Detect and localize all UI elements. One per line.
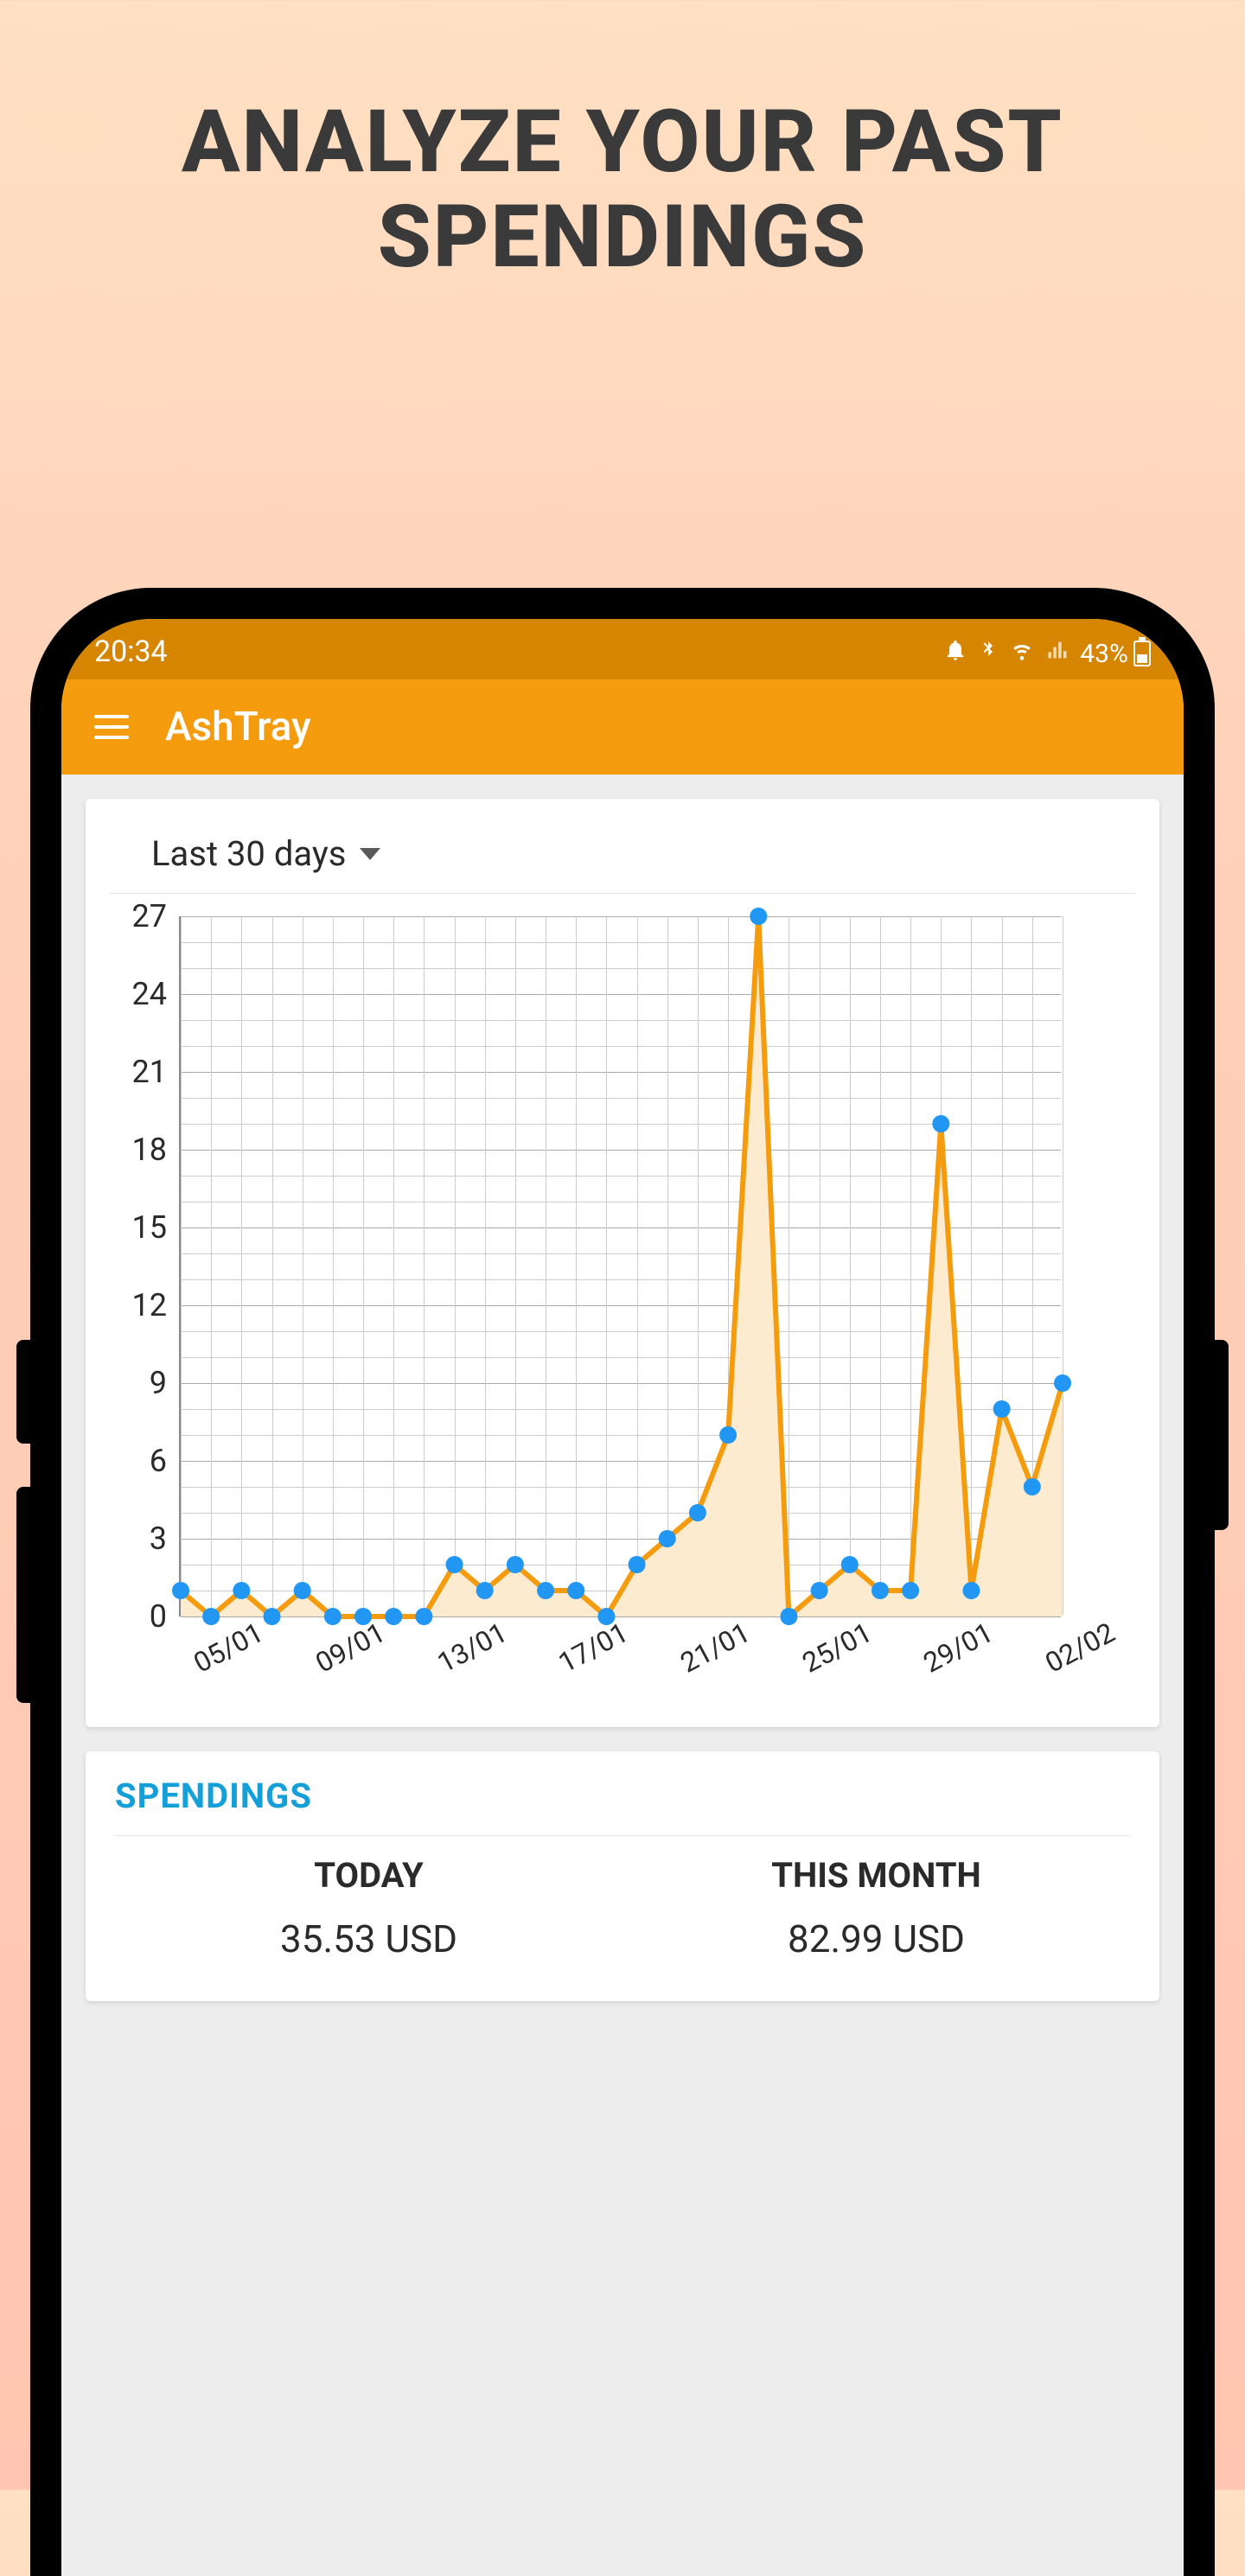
- content-area: Last 30 days 036912151821242705/0109/011…: [61, 775, 1184, 2025]
- y-axis-tick: 9: [150, 1365, 181, 1401]
- chevron-down-icon: [360, 848, 380, 860]
- spendings-month-value: 82.99 USD: [622, 1916, 1130, 1961]
- spendings-today-label: TODAY: [115, 1855, 622, 1896]
- battery-icon: [1133, 641, 1151, 666]
- y-axis-tick: 0: [150, 1598, 181, 1635]
- phone-frame: 20:34 43%: [30, 588, 1215, 2576]
- y-axis-tick: 27: [132, 898, 181, 934]
- spendings-today-value: 35.53 USD: [115, 1916, 622, 1961]
- signal-icon: [1045, 638, 1069, 669]
- hamburger-menu-icon[interactable]: [94, 715, 129, 739]
- y-axis-tick: 18: [132, 1132, 181, 1168]
- alarm-icon: [943, 638, 967, 669]
- y-axis-tick: 21: [132, 1054, 181, 1090]
- wifi-icon: [1009, 638, 1035, 669]
- phone-side-button: [1215, 1340, 1229, 1530]
- status-icons: 43%: [943, 638, 1151, 669]
- app-bar: AshTray: [61, 679, 1184, 775]
- y-axis-tick: 24: [132, 976, 181, 1012]
- chart-card: Last 30 days 036912151821242705/0109/011…: [86, 799, 1159, 1727]
- y-axis-tick: 6: [150, 1443, 181, 1479]
- chart-plot-area: 036912151821242705/0109/0113/0117/0121/0…: [179, 916, 1061, 1616]
- battery-indicator: 43%: [1080, 639, 1151, 669]
- app-title: AshTray: [165, 704, 311, 750]
- battery-pct: 43%: [1080, 639, 1128, 669]
- y-axis-tick: 3: [150, 1521, 181, 1557]
- bluetooth-icon: [978, 638, 999, 669]
- spendings-month: THIS MONTH 82.99 USD: [622, 1855, 1130, 1961]
- phone-side-button: [16, 1340, 30, 1444]
- y-axis-tick: 15: [132, 1209, 181, 1246]
- spendings-title: SPENDINGS: [115, 1776, 1130, 1836]
- phone-side-button: [16, 1487, 30, 1703]
- range-dropdown-label: Last 30 days: [151, 833, 346, 874]
- y-axis-tick: 12: [132, 1287, 181, 1323]
- spendings-month-label: THIS MONTH: [622, 1855, 1130, 1896]
- range-dropdown[interactable]: Last 30 days: [110, 818, 1135, 894]
- status-bar: 20:34 43%: [61, 619, 1184, 679]
- status-time: 20:34: [94, 634, 168, 669]
- chart: 036912151821242705/0109/0113/0117/0121/0…: [115, 916, 1130, 1693]
- spendings-card: SPENDINGS TODAY 35.53 USD THIS MONTH 82.…: [86, 1751, 1159, 2001]
- spendings-today: TODAY 35.53 USD: [115, 1855, 622, 1961]
- promo-headline: ANALYZE YOUR PAST SPENDINGS: [0, 0, 1245, 285]
- screen: 20:34 43%: [61, 619, 1184, 2576]
